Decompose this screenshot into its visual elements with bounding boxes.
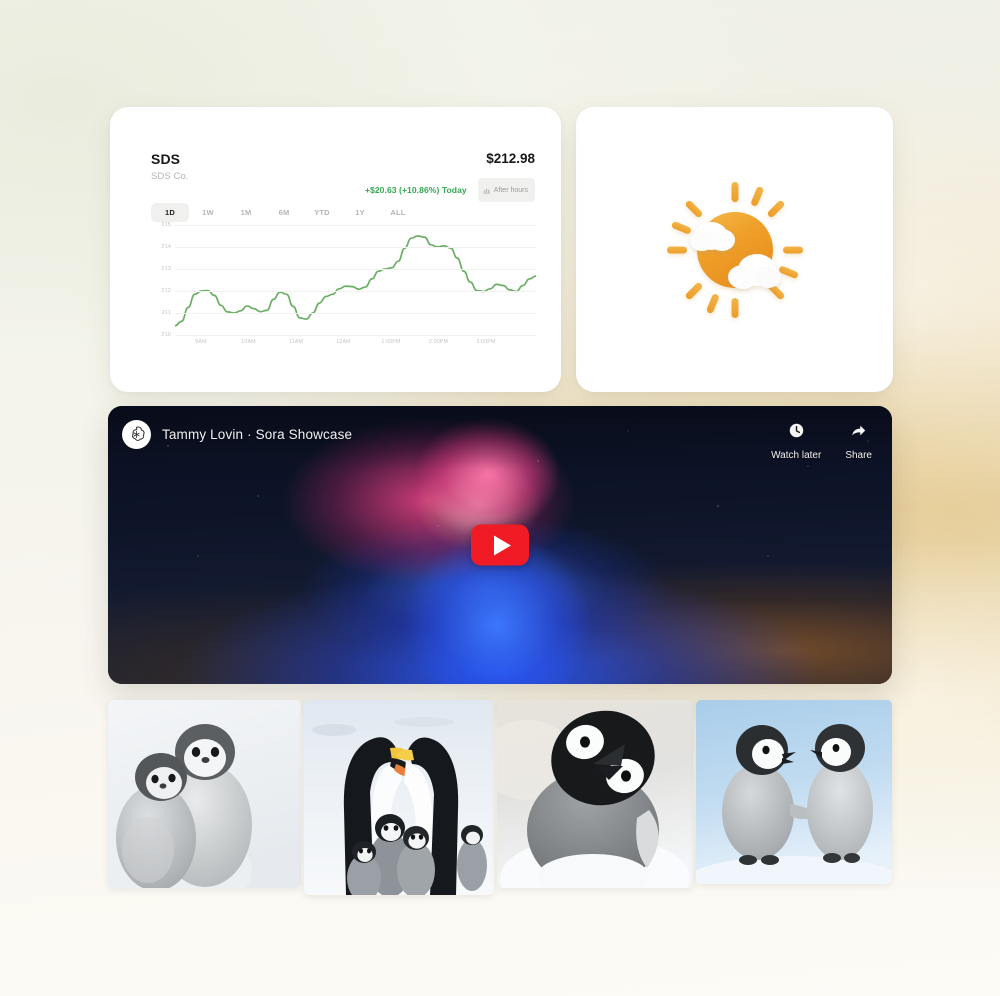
chart-y-tick: 214: [161, 244, 171, 250]
watch-later-button[interactable]: Watch later: [771, 422, 821, 461]
stock-change: +$20.63 (+10.86%) Today: [364, 185, 467, 195]
stock-card: SDS SDS Co. $212.98 +$20.63 (+10.86%) To…: [110, 107, 561, 392]
share-label: Share: [845, 450, 872, 461]
range-selector: 1D 1W 1M 6M YTD 1Y ALL: [151, 203, 417, 222]
chart-x-tick: 12AM: [336, 339, 351, 345]
chart-gridline: [175, 225, 536, 226]
image-thumb-3[interactable]: [497, 700, 693, 888]
image-thumb-4[interactable]: [696, 700, 892, 884]
range-pill-1m[interactable]: 1M: [227, 203, 265, 222]
weather-card: [576, 107, 893, 392]
range-pill-1y[interactable]: 1Y: [341, 203, 379, 222]
chart-x-tick: 10AM: [241, 339, 256, 345]
chart-gridline: [175, 269, 536, 270]
chart-gridline: [175, 291, 536, 292]
after-hours-badge: After hours: [477, 178, 535, 202]
openai-logo-icon: [122, 420, 151, 449]
chart-gridline: [175, 247, 536, 248]
stock-price-chart[interactable]: 215 214 213 212 211 210 9AM 10AM 11AM 12AM 1:00PM…: [151, 222, 536, 357]
chart-bars-icon: [483, 181, 491, 199]
chart-x-tick: 9AM: [195, 339, 207, 345]
image-thumb-1[interactable]: [108, 700, 301, 888]
chart-y-tick: 212: [161, 288, 171, 294]
share-button[interactable]: Share: [845, 422, 872, 461]
share-arrow-icon: [850, 422, 867, 444]
chart-x-axis: 9AM 10AM 11AM 12AM 1:00PM 2:00PM 3:00PM: [175, 339, 536, 351]
image-thumb-2[interactable]: [304, 700, 494, 895]
stock-change-row: +$20.63 (+10.86%) Today After hours: [151, 178, 535, 202]
chart-gridline: [175, 335, 536, 336]
video-title: Tammy Lovin · Sora Showcase: [162, 427, 353, 442]
range-pill-ytd[interactable]: YTD: [303, 203, 341, 222]
chart-plot-area: [175, 225, 536, 336]
chart-y-tick: 211: [161, 310, 171, 316]
video-channel-info[interactable]: Tammy Lovin · Sora Showcase: [122, 420, 352, 449]
chart-gridline: [175, 313, 536, 314]
after-hours-label: After hours: [493, 186, 528, 194]
range-pill-1d[interactable]: 1D: [151, 203, 189, 222]
range-pill-1w[interactable]: 1W: [189, 203, 227, 222]
stock-ticker: SDS: [151, 151, 181, 167]
play-button[interactable]: [471, 524, 529, 566]
chart-y-tick: 215: [161, 222, 171, 228]
chart-x-tick: 1:00PM: [381, 339, 401, 345]
chart-x-tick: 3:00PM: [476, 339, 496, 345]
range-pill-6m[interactable]: 6M: [265, 203, 303, 222]
clock-icon: [788, 422, 805, 444]
video-top-bar: Tammy Lovin · Sora Showcase Watch later: [108, 406, 892, 470]
stock-price: $212.98: [486, 151, 535, 166]
image-results-strip: [108, 700, 892, 898]
watch-later-label: Watch later: [771, 450, 822, 461]
sun-behind-cloud-icon: [650, 165, 820, 335]
chart-x-tick: 11AM: [288, 339, 304, 345]
chart-line-svg: [175, 225, 536, 335]
chart-y-tick: 210: [161, 332, 171, 338]
chart-y-axis: 215 214 213 212 211 210: [151, 222, 171, 338]
screen-root: SDS SDS Co. $212.98 +$20.63 (+10.86%) To…: [0, 0, 1000, 996]
play-icon: [493, 535, 511, 555]
top-card-row: SDS SDS Co. $212.98 +$20.63 (+10.86%) To…: [110, 107, 893, 392]
chart-y-tick: 213: [161, 266, 171, 272]
chart-x-tick: 2:00PM: [428, 339, 449, 345]
video-player-card[interactable]: Tammy Lovin · Sora Showcase Watch later: [108, 406, 892, 684]
video-action-buttons: Watch later Share: [771, 420, 872, 461]
range-pill-all[interactable]: ALL: [379, 203, 417, 222]
